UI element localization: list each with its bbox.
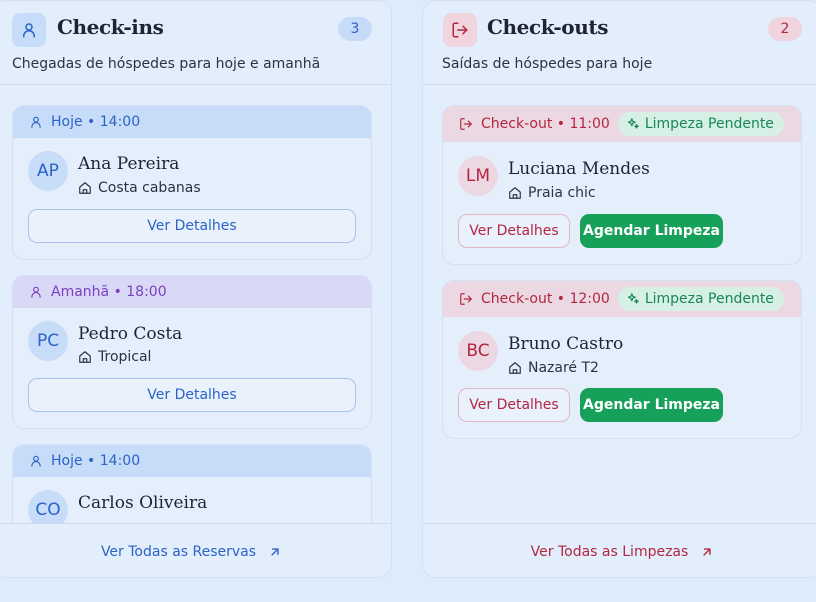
avatar: AP (28, 151, 68, 191)
checkins-count-badge: 3 (338, 17, 372, 41)
home-icon (79, 351, 91, 363)
home-icon (79, 182, 91, 194)
property-name: Nazaré T2 (528, 360, 599, 376)
arrow-up-right-icon (703, 547, 711, 556)
checkin-card-header: Hoje • 14:00 (13, 106, 371, 138)
home-icon (509, 187, 521, 199)
avatar: BC (458, 331, 498, 371)
log-out-icon (460, 293, 472, 305)
status-badge: Limpeza Pendente (617, 112, 784, 136)
footer-link-label: Ver Todas as Limpezas (530, 543, 689, 560)
checkins-title: Check-ins (57, 15, 164, 39)
guest-name: Bruno Castro (508, 334, 624, 354)
avatar: PC (28, 321, 68, 361)
checkout-card-header: Check-out • 12:00 Limpeza Pendente (443, 281, 801, 317)
view-details-button[interactable]: Ver Detalhes (28, 209, 356, 243)
sparkles-icon (627, 293, 639, 304)
avatar: CO (28, 490, 68, 523)
footer-link-label: Ver Todas as Reservas (100, 543, 257, 560)
schedule-cleaning-button[interactable]: Agendar Limpeza (580, 214, 723, 248)
checkout-time: Check-out • 12:00 (481, 291, 610, 307)
guest-name: Ana Pereira (78, 154, 180, 174)
property-name: Praia chic (528, 185, 596, 201)
view-all-reservations-link[interactable]: Ver Todas as Reservas (0, 523, 391, 577)
checkins-subtitle: Chegadas de hóspedes para hoje e amanhã (12, 56, 321, 72)
property: Tropical (78, 349, 151, 365)
property: Nazaré T2 (508, 360, 599, 376)
checkouts-header: Check-outs 2 Saídas de hóspedes para hoj… (423, 1, 816, 85)
checkouts-count-badge: 2 (768, 17, 802, 41)
avatar: LM (458, 156, 498, 196)
guest-name: Carlos Oliveira (78, 493, 208, 513)
property: Costa cabanas (78, 180, 201, 196)
property-name: Tropical (98, 349, 152, 365)
user-icon (12, 13, 46, 47)
checkin-time: Hoje • 14:00 (51, 114, 141, 130)
checkout-card: Check-out • 11:00 Limpeza Pendente LM Lu… (442, 105, 802, 265)
view-all-cleanings-link[interactable]: Ver Todas as Limpezas (423, 523, 816, 577)
checkin-time: Hoje • 14:00 (51, 453, 141, 469)
guest-name: Pedro Costa (78, 324, 183, 344)
home-icon (509, 362, 521, 374)
schedule-cleaning-button[interactable]: Agendar Limpeza (580, 388, 723, 422)
checkin-card: Hoje • 14:00 CO Carlos Oliveira (12, 444, 372, 523)
checkouts-list[interactable]: Check-out • 11:00 Limpeza Pendente LM Lu… (423, 86, 816, 523)
log-out-icon (460, 118, 472, 130)
view-details-button[interactable]: Ver Detalhes (458, 388, 570, 422)
checkout-time: Check-out • 11:00 (481, 116, 610, 132)
guest-name: Luciana Mendes (508, 159, 650, 179)
sparkles-icon (627, 118, 639, 129)
view-details-button[interactable]: Ver Detalhes (28, 378, 356, 412)
status-label: Limpeza Pendente (644, 116, 774, 132)
status-badge: Limpeza Pendente (617, 287, 784, 311)
user-icon (31, 286, 41, 298)
checkouts-title: Check-outs (487, 15, 609, 39)
property: Praia chic (508, 185, 596, 201)
checkin-card-header: Amanhã • 18:00 (13, 276, 371, 308)
checkouts-subtitle: Saídas de hóspedes para hoje (442, 56, 653, 72)
checkin-time: Amanhã • 18:00 (51, 284, 167, 300)
property-name: Costa cabanas (98, 180, 201, 196)
checkin-card: Hoje • 14:00 AP Ana Pereira Costa cabana… (12, 105, 372, 260)
checkins-panel: Check-ins 3 Chegadas de hóspedes para ho… (0, 0, 392, 578)
status-label: Limpeza Pendente (644, 291, 774, 307)
checkouts-panel: Check-outs 2 Saídas de hóspedes para hoj… (422, 0, 816, 578)
checkins-header: Check-ins 3 Chegadas de hóspedes para ho… (0, 1, 391, 85)
checkins-list[interactable]: Hoje • 14:00 AP Ana Pereira Costa cabana… (0, 86, 391, 523)
user-icon (31, 455, 41, 467)
checkout-card: Check-out • 12:00 Limpeza Pendente BC Br… (442, 280, 802, 439)
checkin-card-header: Hoje • 14:00 (13, 445, 371, 477)
arrow-up-right-icon (271, 547, 279, 556)
view-details-button[interactable]: Ver Detalhes (458, 214, 570, 248)
checkin-card: Amanhã • 18:00 PC Pedro Costa Tropical V… (12, 275, 372, 429)
user-icon (31, 116, 41, 128)
log-out-icon (443, 13, 477, 47)
checkout-card-header: Check-out • 11:00 Limpeza Pendente (443, 106, 801, 142)
